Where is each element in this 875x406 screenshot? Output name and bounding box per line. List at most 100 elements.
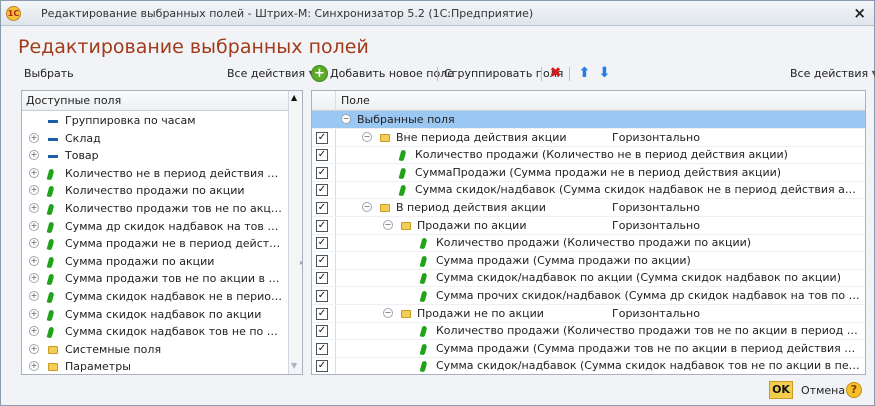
dialog-window: 1С Редактирование выбранных полей - Штри… [0,0,875,406]
available-field-row[interactable]: + Сумма скидок надбавок не в период дейст… [22,288,288,306]
available-field-row[interactable]: + Количество продажи тов не по акции в пе… [22,200,288,218]
available-field-label: Склад [65,131,101,145]
field-checkbox[interactable]: ✓ [316,272,328,285]
available-field-label: Сумма скидок надбавок не в период действ… [65,290,284,303]
arrow-down-icon[interactable]: ⬇ [596,65,613,82]
expand-icon[interactable]: + [29,343,39,354]
left-all-actions-button[interactable]: Все действия ▼ [227,66,315,82]
selected-field-row[interactable]: ✓ − В период действия акции Горизонтально [312,199,865,217]
available-fields-scrollbar[interactable]: ▲ ▸ ▼ [288,91,302,374]
layout-label: Горизонтально [612,218,700,232]
folder-icon [48,345,58,354]
expand-icon[interactable]: + [29,308,39,319]
expand-icon[interactable]: + [29,273,39,284]
selected-field-label: Сумма скидок/надбавок (Сумма скидок надб… [436,359,861,373]
selected-field-row[interactable]: ✓ Сумма прочих скидок/надбавок (Сумма др … [312,287,865,305]
select-button[interactable]: Выбрать [24,66,74,82]
expand-icon[interactable]: + [29,220,39,231]
field-checkbox[interactable]: ✓ [316,360,328,373]
expand-icon[interactable]: + [29,326,39,337]
selected-field-row[interactable]: ✓ Количество продажи (Количество продажи … [312,234,865,253]
field-checkbox[interactable]: ✓ [316,184,328,197]
expand-icon[interactable]: + [29,150,39,161]
expand-icon[interactable]: + [29,255,39,266]
leaf-icon [46,291,55,304]
available-field-row[interactable]: + Сумма скидок надбавок по акции [22,306,288,324]
available-field-row[interactable]: + Сумма продажи не в период действия акци… [22,235,288,253]
collapse-icon[interactable]: − [362,202,372,212]
available-field-row[interactable]: + Товар [22,147,288,165]
scroll-down-icon[interactable]: ▼ [291,361,297,370]
available-fields-panel: Доступные поля Группировка по часам + Скла… [21,90,303,375]
selected-field-row[interactable]: ✓ Сумма продажи (Сумма продажи тов не по … [312,340,865,358]
available-field-row[interactable]: + Параметры [22,358,288,374]
help-icon[interactable]: ? [846,382,862,398]
field-checkbox[interactable]: ✓ [316,131,328,144]
arrow-up-icon[interactable]: ⬆ [576,65,593,82]
add-field-icon[interactable]: + [311,65,328,82]
field-checkbox[interactable]: ✓ [316,342,328,355]
expand-icon[interactable]: + [29,238,39,249]
selected-field-row[interactable]: ✓ Количество продажи (Количество не в пер… [312,146,865,165]
add-field-button[interactable]: Добавить новое поле [330,66,454,82]
available-field-row[interactable]: + Сумма продажи по акции [22,253,288,271]
leaf-icon [46,273,55,286]
field-checkbox[interactable]: ✓ [316,237,328,250]
delete-icon[interactable]: ✖ [547,65,564,82]
available-field-label: Сумма др скидок надбавок на тов по акции [65,219,284,233]
field-checkbox[interactable]: ✓ [316,166,328,179]
expand-icon[interactable]: + [29,361,39,372]
group-fields-button[interactable]: Сгруппировать поля [444,66,563,82]
selected-field-row[interactable]: ✓ − Продажи по акции Горизонтально [312,217,865,235]
field-checkbox[interactable]: ✓ [316,325,328,338]
available-field-row[interactable]: + Количество не в период действия акции [22,165,288,183]
scroll-up-icon[interactable]: ▲ [291,93,297,102]
field-checkbox[interactable]: ✓ [316,254,328,267]
expand-icon[interactable]: + [29,291,39,301]
selected-fields-root-row[interactable]: − Выбранные поля [312,111,865,129]
field-checkbox[interactable]: ✓ [316,202,328,214]
scroll-thumb-icon[interactable]: ▸ [300,257,302,269]
field-checkbox[interactable]: ✓ [316,290,328,302]
right-all-actions-label: Все действия [790,67,869,80]
selected-field-row[interactable]: ✓ Сумма скидок/надбавок (Сумма скидок над… [312,181,865,200]
available-field-row[interactable]: Группировка по часам [22,112,288,130]
leaf-icon [398,184,407,197]
available-field-row[interactable]: + Склад [22,130,288,148]
expand-icon[interactable]: + [29,203,39,213]
cancel-button[interactable]: Отмена [801,384,845,397]
close-icon[interactable]: × [853,4,866,22]
available-field-row[interactable]: + Количество продажи по акции [22,182,288,200]
available-field-row[interactable]: + Системные поля [22,341,288,359]
selected-field-row[interactable]: ✓ СуммаПродажи (Сумма продажи не в период… [312,164,865,182]
collapse-icon[interactable]: − [383,219,393,230]
ok-button[interactable]: OK [769,381,793,399]
expand-icon[interactable]: + [29,132,39,143]
collapse-icon[interactable]: − [341,114,351,124]
available-field-row[interactable]: + Сумма продажи тов не по акции в период … [22,270,288,288]
chevron-down-icon: ▼ [871,69,875,78]
collapse-icon[interactable]: − [383,307,393,318]
field-checkbox[interactable]: ✓ [316,149,328,162]
expand-icon[interactable]: + [29,185,39,196]
selected-field-row[interactable]: ✓ Сумма продажи (Сумма продажи по акции) [312,252,865,270]
expand-icon[interactable]: + [29,167,39,178]
selected-field-row[interactable]: ✓ Количество продажи (Количество продажи … [312,322,865,341]
folder-icon [380,133,390,142]
selected-field-label: Количество продажи (Количество не в пери… [415,148,788,162]
available-field-row[interactable]: + Сумма скидок надбавок тов не по акции в… [22,323,288,341]
right-all-actions-button[interactable]: Все действия ▼ [790,66,875,82]
available-field-label: Группировка по часам [65,114,196,127]
available-field-row[interactable]: + Сумма др скидок надбавок на тов по акци… [22,218,288,236]
field-checkbox[interactable]: ✓ [316,307,328,320]
selected-field-row[interactable]: ✓ − Продажи не по акции Горизонтально [312,305,865,323]
leaf-icon [46,309,55,322]
collapse-icon[interactable]: − [362,131,372,142]
leaf-icon [46,326,55,339]
selected-field-row[interactable]: ✓ Сумма скидок/надбавок по акции (Сумма с… [312,269,865,288]
field-checkbox[interactable]: ✓ [316,219,328,232]
selected-field-row[interactable]: ✓ − Вне периода действия акции Горизонтальн… [312,129,865,147]
leaf-icon [419,255,428,268]
selected-field-row[interactable]: ✓ Сумма скидок/надбавок (Сумма скидок над… [312,357,865,374]
layout-label: Горизонтально [612,201,700,214]
